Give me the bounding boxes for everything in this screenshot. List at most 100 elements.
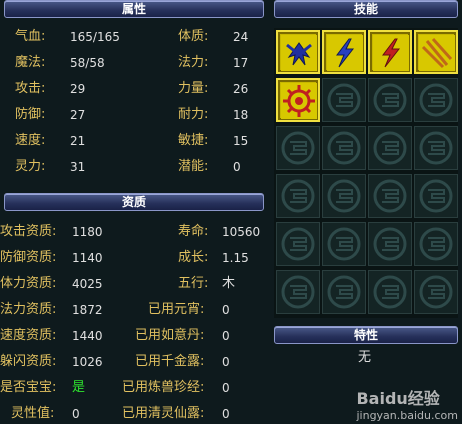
attr-label-strength: 力量: [178,81,209,96]
traits-header: 特性 [274,326,458,344]
apt-value-attack: 1180 [72,225,103,239]
apt-label-used-qingling: 已用清灵仙露: [122,406,205,421]
attr-value-hp: 165/165 [70,30,120,44]
attr-value-strength: 26 [233,82,249,96]
lightning-skill-icon [327,35,363,71]
skill-slot-20[interactable] [414,222,458,266]
apt-label-growth: 成长: [178,250,209,265]
apt-value-dodge: 1026 [72,355,103,369]
attr-label-mp: 魔法: [15,55,46,70]
apt-value-element: 木 [222,276,236,291]
attr-value-attack: 29 [70,82,86,96]
attr-value-agility: 15 [233,134,249,148]
attr-label-endurance: 耐力: [178,107,209,122]
skill-slot-10[interactable] [322,126,366,170]
empty-slot-icon [373,275,407,309]
attr-value-potential: 0 [233,160,241,174]
empty-slot-icon [419,179,453,213]
skill-slot-1[interactable] [276,30,320,74]
empty-slot-icon [327,83,361,117]
skill-slot-9[interactable] [276,126,320,170]
attr-label-constitution: 体质: [178,29,209,44]
apt-value-is-baby: 是 [72,380,86,395]
skill-slot-17[interactable] [276,222,320,266]
apt-value-speed: 1440 [72,329,103,343]
apt-label-used-lianshou: 已用炼兽珍经: [122,380,205,395]
skills-header: 技能 [274,0,458,18]
attr-label-agility: 敏捷: [178,133,209,148]
skill-slot-15[interactable] [368,174,412,218]
skill-slot-6[interactable] [322,78,366,122]
skill-slot-14[interactable] [322,174,366,218]
apt-label-element: 五行: [178,276,209,291]
skill-slot-24[interactable] [414,270,458,314]
attr-value-spirit: 31 [70,160,86,174]
attr-label-attack: 攻击: [15,81,46,96]
attr-label-defense: 防御: [15,107,46,122]
attr-value-speed: 21 [70,134,86,148]
aptitude-header: 资质 [4,193,264,211]
blue-bird-skill-icon [281,35,317,71]
attributes-header: 属性 [4,0,264,18]
empty-slot-icon [281,227,315,261]
apt-label-used-qianjinlu: 已用千金露: [135,354,205,369]
skill-slot-8[interactable] [414,78,458,122]
apt-label-speed: 速度资质: [0,328,57,343]
empty-slot-icon [419,131,453,165]
attr-value-defense: 27 [70,108,86,122]
apt-label-dodge: 躲闪资质: [0,354,57,369]
apt-value-used-qingling: 0 [222,407,230,421]
attr-label-spirit: 灵力: [15,159,46,174]
skill-slot-16[interactable] [414,174,458,218]
skill-slot-23[interactable] [368,270,412,314]
skill-slot-22[interactable] [322,270,366,314]
skills-grid [274,28,458,318]
skill-slot-12[interactable] [414,126,458,170]
empty-slot-icon [419,227,453,261]
empty-slot-icon [373,227,407,261]
empty-slot-icon [327,275,361,309]
watermark-brand: Baidu经验 [356,389,440,408]
apt-label-magic: 法力资质: [0,302,57,317]
claw-skill-icon [419,35,455,71]
attr-value-constitution: 24 [233,30,249,44]
apt-label-spirituality: 灵性值: [11,406,55,421]
attr-value-magic: 17 [233,56,249,70]
skill-slot-18[interactable] [322,222,366,266]
apt-value-growth: 1.15 [222,251,249,265]
apt-value-used-ruyidan: 0 [222,329,230,343]
attr-label-hp: 气血: [15,29,46,44]
apt-label-used-yuanxiao: 已用元宵: [148,302,205,317]
skill-slot-13[interactable] [276,174,320,218]
skill-slot-2[interactable] [322,30,366,74]
empty-slot-icon [327,179,361,213]
skill-slot-11[interactable] [368,126,412,170]
skill-slot-19[interactable] [368,222,412,266]
apt-value-defense: 1140 [72,251,103,265]
skill-slot-4[interactable] [414,30,458,74]
apt-value-used-yuanxiao: 0 [222,303,230,317]
apt-value-used-lianshou: 0 [222,381,230,395]
empty-slot-icon [281,275,315,309]
apt-label-defense: 防御资质: [0,250,57,265]
empty-slot-icon [327,227,361,261]
attr-label-potential: 潜能: [178,159,209,174]
apt-label-attack: 攻击资质: [0,224,57,239]
empty-slot-icon [373,131,407,165]
attr-value-endurance: 18 [233,108,249,122]
skill-slot-7[interactable] [368,78,412,122]
sun-wheel-skill-icon [281,83,317,119]
attr-value-mp: 58/58 [70,56,105,70]
empty-slot-icon [281,131,315,165]
apt-value-spirituality: 0 [72,407,80,421]
empty-slot-icon [419,275,453,309]
apt-label-physique: 体力资质: [0,276,57,291]
apt-label-used-ruyidan: 已用如意丹: [135,328,205,343]
apt-value-magic: 1872 [72,303,103,317]
skill-slot-5[interactable] [276,78,320,122]
attr-label-magic: 法力: [178,55,209,70]
skill-slot-21[interactable] [276,270,320,314]
skill-slot-3[interactable] [368,30,412,74]
traits-value: 无 [358,350,372,365]
empty-slot-icon [327,131,361,165]
